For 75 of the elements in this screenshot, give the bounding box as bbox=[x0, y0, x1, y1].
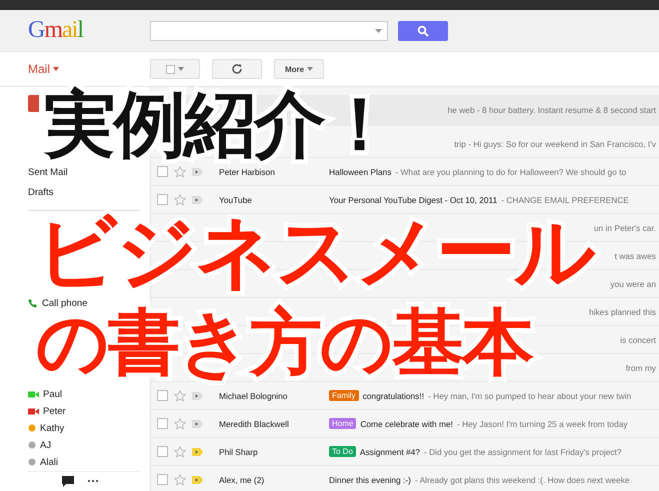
more-button[interactable]: More bbox=[274, 59, 324, 79]
folder-link[interactable]: Sent Mail bbox=[28, 162, 140, 182]
chat-contact[interactable]: Alali bbox=[28, 454, 140, 471]
importance-marker-icon[interactable] bbox=[192, 476, 203, 484]
star-icon[interactable] bbox=[174, 166, 186, 178]
row-checkbox[interactable] bbox=[157, 166, 168, 177]
folder-link[interactable]: Drafts bbox=[28, 182, 140, 202]
sender-name: Michael Bolognino bbox=[219, 390, 288, 400]
status-dot-icon bbox=[28, 441, 36, 450]
star-icon[interactable] bbox=[174, 390, 186, 402]
refresh-icon bbox=[231, 63, 243, 75]
message-snippet: hikes planned this bbox=[588, 306, 656, 316]
phone-icon bbox=[28, 298, 38, 308]
row-checkbox[interactable] bbox=[157, 194, 168, 205]
message-snippet: he web - 8 hour battery. Instant resume & 8 second start bbox=[448, 105, 656, 115]
star-icon[interactable] bbox=[174, 446, 186, 458]
caret-icon bbox=[375, 28, 382, 32]
caret-icon bbox=[53, 67, 60, 71]
message-snippet: is concert bbox=[620, 334, 656, 344]
message-snippet: - Already got plans this weekend :(. How does next weeke bbox=[414, 474, 630, 484]
message-snippet: - Hey Jason! I'm turning 25 a week from today bbox=[456, 418, 628, 428]
row-checkbox[interactable] bbox=[157, 446, 168, 457]
caret-icon bbox=[307, 67, 314, 71]
more-icon[interactable] bbox=[88, 480, 98, 482]
chat-contact[interactable]: AJ bbox=[28, 436, 140, 454]
message-subject: Your Personal YouTube Digest - Oct 10, 2011 bbox=[329, 194, 498, 204]
chat-contact[interactable]: Peter bbox=[28, 402, 140, 420]
message-snippet: - CHANGE EMAIL PREFERENCE bbox=[501, 194, 629, 204]
sender-name: YouTube bbox=[219, 194, 253, 204]
video-icon bbox=[28, 390, 39, 398]
message-snippet: from my bbox=[626, 362, 656, 372]
message-subject: Halloween Plans bbox=[329, 166, 392, 176]
message-snippet: - What are you planning to do for Halloween? We should go to bbox=[395, 166, 626, 176]
video-icon bbox=[28, 408, 39, 415]
chat-contact[interactable]: Kathy bbox=[28, 420, 140, 437]
mail-menu[interactable]: Mail bbox=[0, 62, 138, 76]
refresh-button[interactable] bbox=[212, 59, 262, 79]
importance-marker-icon[interactable] bbox=[192, 168, 203, 176]
star-icon[interactable] bbox=[174, 474, 186, 486]
star-icon[interactable] bbox=[174, 418, 186, 430]
sender-name: Meredith Blackwell bbox=[219, 418, 290, 428]
importance-marker-icon[interactable] bbox=[192, 196, 203, 204]
overlay-headline: ビジネスメール bbox=[36, 212, 594, 292]
sender-name: Phil Sharp bbox=[219, 446, 259, 456]
importance-marker-icon[interactable] bbox=[192, 420, 203, 428]
status-dot-icon bbox=[28, 424, 36, 432]
gmail-logo[interactable]: Gmail bbox=[0, 17, 150, 44]
row-checkbox[interactable] bbox=[157, 390, 168, 401]
search-field[interactable] bbox=[150, 20, 388, 40]
star-icon[interactable] bbox=[174, 194, 186, 206]
message-snippet: trip - Hi guys: So for our weekend in San Francisco, I'v bbox=[454, 138, 656, 148]
search-button[interactable] bbox=[398, 20, 448, 40]
message-subject: Come celebrate with me! bbox=[360, 418, 453, 428]
message-subject: congratulations!! bbox=[362, 390, 424, 400]
sender-name: Alex, me (2) bbox=[219, 474, 266, 484]
row-checkbox[interactable] bbox=[157, 418, 168, 429]
importance-marker-icon[interactable] bbox=[192, 448, 203, 456]
select-button[interactable] bbox=[150, 59, 200, 79]
message-subject: Assignment #4? bbox=[360, 446, 420, 456]
message-subject: Dinner this evening :-) bbox=[329, 474, 411, 484]
importance-marker-icon[interactable] bbox=[192, 392, 203, 400]
compose-button[interactable] bbox=[28, 95, 39, 112]
row-checkbox[interactable] bbox=[157, 474, 168, 485]
status-dot-icon bbox=[28, 458, 36, 466]
message-snippet: - Did you get the assignment for last Friday's project? bbox=[424, 446, 622, 456]
caret-icon bbox=[178, 67, 184, 71]
sender-name: Peter Harbison bbox=[219, 166, 276, 176]
chat-contact[interactable]: Paul bbox=[28, 386, 140, 403]
message-snippet: un in Peter's car. bbox=[594, 222, 656, 232]
chat-icon[interactable] bbox=[62, 476, 74, 487]
search-icon bbox=[417, 24, 429, 36]
overlay-title: 実例紹介！ bbox=[44, 88, 394, 160]
message-snippet: - Hey man, I'm so pumped to hear about your new twin bbox=[428, 390, 632, 400]
message-snippet: t was awes bbox=[614, 250, 656, 260]
message-snippet: you were an bbox=[610, 278, 656, 288]
